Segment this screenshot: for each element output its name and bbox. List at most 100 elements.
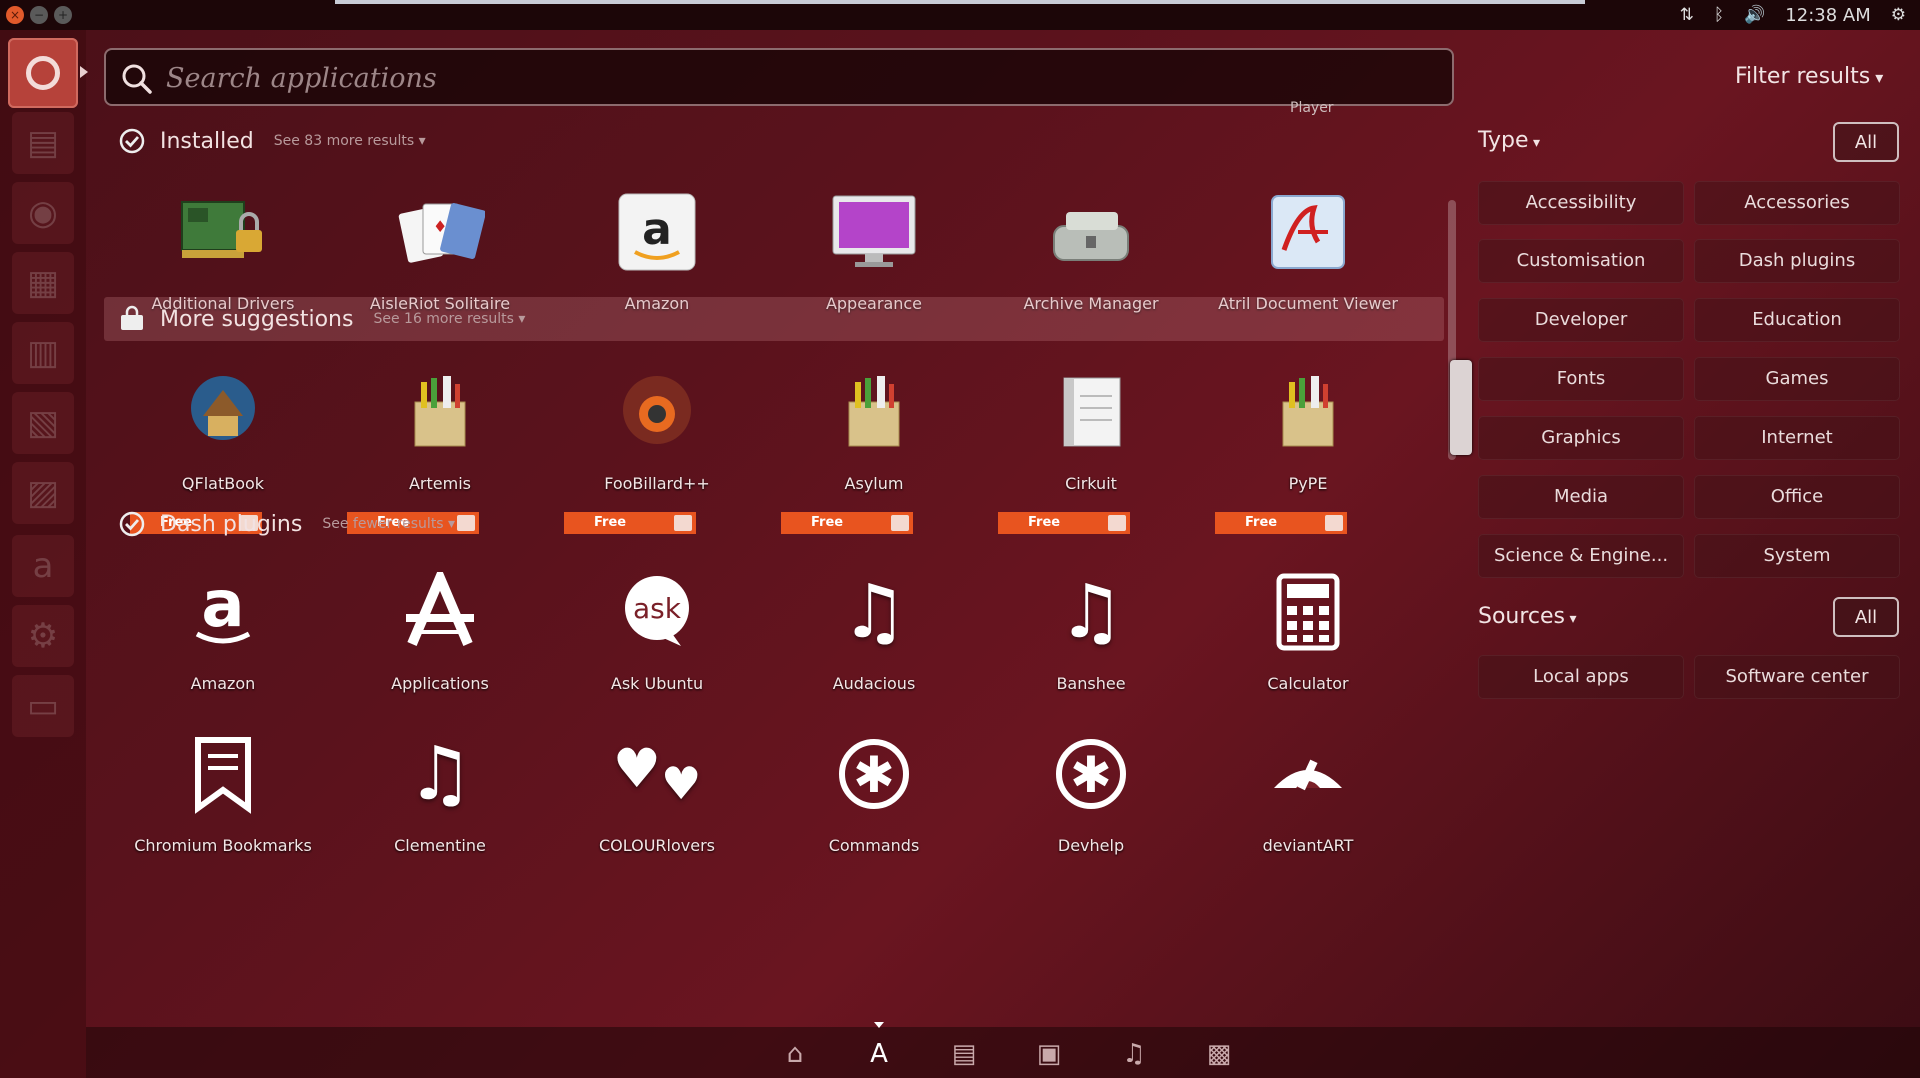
dash-home-button[interactable] [8,38,78,108]
plugin-tile[interactable]: ♫ Clementine [335,714,545,894]
filter-developer[interactable]: Developer [1478,298,1684,342]
music-note-icon: ♫ [1057,569,1125,655]
amazon-icon: a [607,182,707,282]
asterisk-circle-icon: ✱ [824,724,924,824]
filter-accessibility[interactable]: Accessibility [1478,181,1684,225]
top-progress-strip [335,0,1585,4]
svg-text:a: a [201,572,244,642]
applications-icon [390,562,490,662]
amazon-icon: a [173,562,273,662]
photos-lens-icon[interactable]: ▩ [1201,1036,1237,1072]
video-lens-icon[interactable]: ▣ [1031,1036,1067,1072]
plugin-tile[interactable]: Calculator [1203,552,1413,732]
svg-text:✱: ✱ [1070,746,1112,804]
bluetooth-icon[interactable]: ᛒ [1714,5,1724,25]
filter-fonts[interactable]: Fonts [1478,357,1684,401]
terminal-icon[interactable]: ▭ [12,675,74,737]
plugin-tile[interactable]: ask Ask Ubuntu [552,552,762,732]
filter-results-toggle[interactable]: Filter results [1735,64,1883,89]
volume-icon[interactable]: 🔊 [1744,5,1765,25]
filter-type-header[interactable]: Type [1478,128,1540,153]
clock[interactable]: 12:38 AM [1785,5,1870,26]
plugin-label: Applications [391,674,489,693]
plugin-tile[interactable]: Chromium Bookmarks [118,714,328,894]
home-lens-icon[interactable]: ⌂ [777,1036,813,1072]
plugin-label: Audacious [832,674,916,693]
filter-science-engineering[interactable]: Science & Engine... [1478,534,1684,578]
billiard-ball-icon [607,362,707,462]
network-icon[interactable]: ⇅ [1680,5,1694,25]
filter-customisation[interactable]: Customisation [1478,239,1684,283]
search-input[interactable] [164,57,1438,99]
gear-icon[interactable]: ⚙ [1891,5,1906,25]
music-note-icon: ♫ [840,569,908,655]
files-icon[interactable]: ▤ [12,112,74,174]
spreadsheet-icon[interactable]: ▧ [12,392,74,454]
filter-system[interactable]: System [1694,534,1900,578]
plugin-tile[interactable]: deviantART [1203,714,1413,894]
category-header-installed: Installed See 83 more results [104,119,1444,163]
filter-office[interactable]: Office [1694,475,1900,519]
music-lens-icon[interactable]: ♫ [1116,1036,1152,1072]
plugin-label: Clementine [394,836,486,855]
category-title: Installed [160,128,254,154]
see-more-results-link[interactable]: See 83 more results [274,133,426,149]
filter-dash-plugins[interactable]: Dash plugins [1694,239,1900,283]
lens-bar [86,1027,1920,1078]
plugin-label: deviantART [1262,836,1354,855]
firefox-icon[interactable]: ◉ [12,182,74,244]
minimize-window-button[interactable]: − [30,6,48,24]
type-all-button[interactable]: All [1833,122,1899,162]
filter-education[interactable]: Education [1694,298,1900,342]
check-circle-icon [118,127,146,155]
filter-graphics[interactable]: Graphics [1478,416,1684,460]
flatbook-icon [173,362,273,462]
app-label: FooBillard++ [604,474,710,493]
svg-text:♦: ♦ [433,217,447,236]
filter-internet[interactable]: Internet [1694,416,1900,460]
check-circle-icon [118,510,146,538]
plugin-label: Devhelp [1057,836,1125,855]
filter-sources-header[interactable]: Sources [1478,604,1577,629]
app-label: QFlatBook [181,474,265,493]
package-box-icon [390,362,490,462]
active-lens-indicator-icon [874,1022,884,1028]
indicator-area: ⇅ ᛒ 🔊 12:38 AM ⚙ [1680,2,1906,28]
settings-icon[interactable]: ⚙ [12,605,74,667]
app-label: Artemis [408,474,471,493]
see-more-results-link[interactable]: See 16 more results [373,311,525,327]
presentation-icon[interactable]: ▨ [12,462,74,524]
scrollbar-thumb[interactable] [1450,360,1472,455]
dash-results: Installed See 83 more results Additional… [104,112,1456,1027]
plugin-label: Ask Ubuntu [610,674,704,693]
launcher: ▤ ◉ ▦ ▥ ▧ ▨ a ⚙ ▭ [0,30,88,1078]
close-window-button[interactable]: × [6,6,24,24]
plugin-tile[interactable]: ♥♥ COLOURlovers [552,714,762,894]
maximize-window-button[interactable]: + [54,6,72,24]
svg-text:✱: ✱ [853,746,895,804]
document-icon[interactable]: ▥ [12,322,74,384]
applications-lens-icon[interactable]: A [861,1036,897,1072]
filter-local-apps[interactable]: Local apps [1478,655,1684,699]
files-lens-icon[interactable]: ▤ [946,1036,982,1072]
plugin-tile[interactable]: a Amazon [118,552,328,732]
filter-software-center[interactable]: Software center [1694,655,1900,699]
writer-icon[interactable]: ▦ [12,252,74,314]
amazon-launcher-icon[interactable]: a [12,535,74,597]
plugin-tile[interactable]: Applications [335,552,545,732]
filter-accessories[interactable]: Accessories [1694,181,1900,225]
see-fewer-results-link[interactable]: See fewer results [322,516,455,532]
filter-media[interactable]: Media [1478,475,1684,519]
package-box-icon [1258,362,1358,462]
search-bar [104,48,1454,106]
playing-cards-icon: ♦ [390,182,490,282]
calculator-icon [1258,562,1358,662]
sources-all-button[interactable]: All [1833,597,1899,637]
plugin-tile[interactable]: ♫ Audacious [769,552,979,732]
plugin-tile[interactable]: ✱ Commands [769,714,979,894]
launcher-active-arrow-icon [80,66,88,78]
plugin-tile[interactable]: ♫ Banshee [986,552,1196,732]
ubuntu-logo-icon [26,56,60,90]
filter-games[interactable]: Games [1694,357,1900,401]
plugin-tile[interactable]: ✱ Devhelp [986,714,1196,894]
